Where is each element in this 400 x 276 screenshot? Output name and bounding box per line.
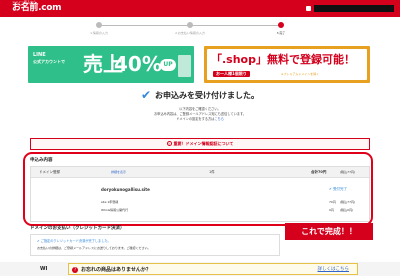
confirmation-heading: ✔ お申込みを受け付けました。 (0, 88, 400, 103)
account-area[interactable] (306, 4, 394, 12)
check-icon: ✔ (140, 88, 152, 102)
notice-text: 重要！ドメイン情報認証について (173, 141, 234, 146)
banner-title: 「.shop」無料で登録可能！ (211, 53, 355, 66)
step-label: 2.お支払い情報の入力 (175, 31, 205, 35)
account-name-redacted (314, 4, 394, 12)
footer-label: WI (40, 266, 48, 272)
progress-steps: 1.情報の入力 2.お支払い情報の入力 3.完了 (85, 22, 295, 36)
domain-settings-link[interactable]: こちら (214, 117, 224, 121)
forgotten-items-text: お忘れの商品はありませんか？ (81, 267, 151, 273)
confirmation-note-1: 以下内容をご確認ください。 (179, 107, 221, 111)
completion-callout: これで完成！！ (285, 223, 373, 240)
step-label: 3.完了 (276, 31, 286, 35)
confirmation-note-3: ドメインの設定をする方はこちら (0, 117, 400, 121)
step-input: 1.情報の入力 (69, 22, 129, 35)
step-dot (278, 22, 284, 28)
step-complete: 3.完了 (251, 22, 311, 35)
banner-note: ※プレミアムドメインを除く (281, 72, 320, 76)
shop-promo-banner[interactable]: 「.shop」無料で登録可能！ お一人様1個限り ※プレミアムドメインを除く (204, 46, 370, 83)
header-bar: ドメイン取るなら お名前.com (0, 0, 400, 17)
building-illustration (178, 55, 191, 77)
details-link[interactable]: 詳しくはこちら (318, 265, 350, 275)
payment-note: お支払いの詳細は、ご登録メールアドレスにお送りしております。ご確認ください。 (37, 246, 151, 250)
payment-section-title: ドメインのお支払い（クレジットカード決済） (30, 226, 125, 231)
step-label: 1.情報の入力 (90, 31, 108, 35)
line-promo-banner[interactable]: LINE 公式アカウントで 売上 40% UP (28, 46, 194, 83)
banner-percent: 40% (114, 52, 162, 76)
banner-sub-badge: お一人様1個限り (213, 71, 250, 77)
payment-status: ✔ ご指定のクレジットカード決済が完了しました。 (37, 239, 111, 244)
question-icon: ? (72, 267, 78, 273)
user-icon (306, 5, 311, 11)
confirmation-note-2: お申込み内容は、ご登録メールアドレス宛にも送信しています。 (153, 112, 247, 116)
banner-line-label: LINE (33, 52, 46, 58)
step-dot (187, 22, 193, 28)
note-prefix: ドメインの設定をする方は (176, 117, 215, 121)
highlight-outline (23, 152, 373, 226)
alert-icon: ! (166, 141, 172, 146)
banner-up-badge: UP (160, 59, 176, 71)
site-logo[interactable]: お名前.com (12, 3, 62, 14)
payment-check-icon: ✔ (37, 239, 40, 243)
forgotten-items-box: ? お忘れの商品はありませんか？ 詳しくはこちら (68, 263, 358, 275)
step-payment: 2.お支払い情報の入力 (160, 22, 220, 35)
banner-line-sub: 公式アカウントで (33, 59, 65, 64)
step-dot (96, 22, 102, 28)
payment-summary: ✔ ご指定のクレジットカード決済が完了しました。 お支払いの詳細は、ご登録メール… (30, 234, 280, 256)
confirmation-title: お申込みを受け付けました。 (155, 91, 260, 100)
banner-inner: 「.shop」無料で登録可能！ お一人様1個限り ※プレミアムドメインを除く (207, 49, 367, 80)
payment-status-text: ご指定のクレジットカード決済が完了しました。 (40, 239, 111, 243)
important-notice-bar[interactable]: ! 重要！ドメイン情報認証について (30, 138, 370, 150)
